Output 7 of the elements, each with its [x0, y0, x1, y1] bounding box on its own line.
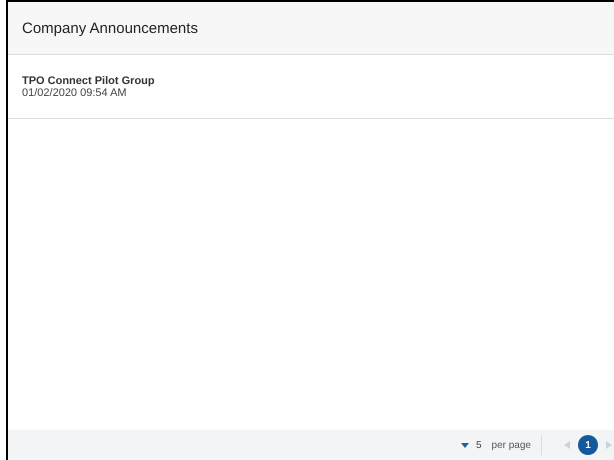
page-button[interactable]: 1: [578, 435, 598, 455]
caret-icon: [460, 442, 469, 448]
page-size-dropdown[interactable]: 5: [460, 440, 482, 450]
panel-title: Company Announcements: [22, 20, 198, 36]
announcement-title[interactable]: TPO Connect Pilot Group: [22, 74, 614, 86]
per-page-label: per page: [492, 440, 531, 450]
announcement-date: 01/02/2020 09:54 AM: [22, 86, 128, 98]
